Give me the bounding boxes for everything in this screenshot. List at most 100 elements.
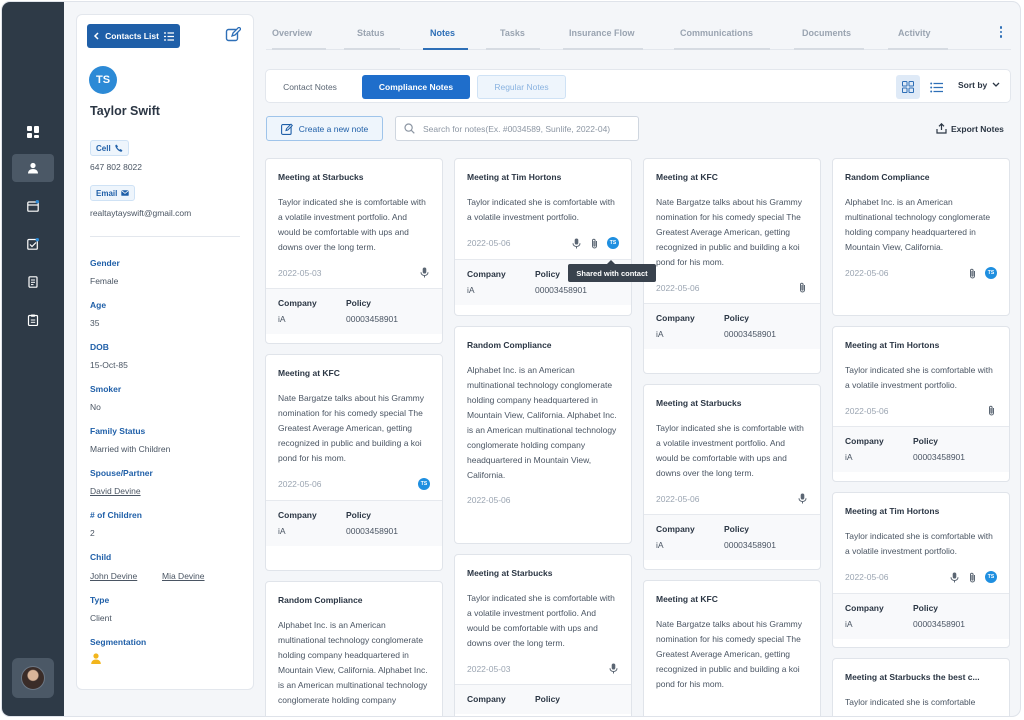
sort-by-label: Sort by	[958, 80, 988, 90]
children-count-value: 2	[90, 528, 95, 538]
list-view-button[interactable]	[924, 75, 948, 99]
tab-overview[interactable]: Overview	[272, 28, 312, 38]
notes-column-2: Meeting at Tim Hortons Taylor indicated …	[454, 158, 632, 716]
note-title: Meeting at KFC	[656, 172, 718, 182]
tab-status[interactable]: Status	[357, 28, 385, 38]
note-card[interactable]: Meeting at Starbucks the best c... Taylo…	[832, 658, 1010, 716]
child-label: Child	[90, 552, 112, 562]
search-input[interactable]	[423, 123, 633, 134]
create-note-button[interactable]: Create a new note	[266, 116, 383, 141]
note-body: Alphabet Inc. is an American multination…	[467, 365, 617, 480]
note-card[interactable]: Meeting at KFC Nate Bargatze talks about…	[265, 354, 443, 571]
microphone-icon[interactable]	[949, 572, 960, 583]
note-card[interactable]: Meeting at Starbucks Taylor indicated sh…	[454, 554, 632, 716]
spouse-link[interactable]: David Devine	[90, 486, 141, 496]
paperclip-icon[interactable]	[589, 238, 600, 249]
export-icon	[936, 123, 947, 134]
company-value: iA	[845, 452, 853, 462]
gender-value: Female	[90, 276, 119, 286]
tasks-icon[interactable]	[12, 230, 54, 258]
note-title: Random Compliance	[278, 595, 363, 605]
note-date: 2022-05-06	[845, 572, 889, 582]
tab-communications[interactable]: Communications	[680, 28, 753, 38]
policy-icon[interactable]	[12, 268, 54, 296]
note-card[interactable]: Meeting at KFC Nate Bargatze talks about…	[643, 580, 821, 716]
tab-insurance-flow[interactable]: Insurance Flow	[569, 28, 635, 38]
paperclip-icon[interactable]	[967, 268, 978, 279]
cell-chip[interactable]: Cell	[90, 140, 129, 156]
grid-view-button[interactable]	[896, 75, 920, 99]
note-card[interactable]: Meeting at Tim Hortons Taylor indicated …	[454, 158, 632, 316]
company-header: Company	[656, 313, 695, 323]
tab-activity[interactable]: Activity	[898, 28, 931, 38]
segmentation-label: Segmentation	[90, 637, 147, 647]
compliance-notes-tab[interactable]: Compliance Notes	[362, 75, 470, 99]
note-body: Taylor indicated she is comfortable with…	[467, 197, 615, 222]
policy-value: 00003458901	[535, 285, 588, 295]
list-icon	[163, 31, 174, 41]
more-options-icon[interactable]	[997, 24, 1005, 40]
note-icons	[608, 663, 619, 674]
shared-contact-badge[interactable]: TS	[607, 237, 619, 249]
user-avatar[interactable]	[12, 658, 54, 698]
note-card[interactable]: Meeting at Starbucks Taylor indicated sh…	[265, 158, 443, 344]
dashboard-icon[interactable]	[12, 118, 54, 146]
chevron-left-icon	[94, 32, 99, 40]
note-body: Alphabet Inc. is an American multination…	[278, 620, 428, 705]
notes-search	[395, 116, 639, 141]
note-title: Meeting at Tim Hortons	[467, 172, 562, 182]
sort-by-dropdown[interactable]: Sort by	[958, 80, 1000, 90]
note-card[interactable]: Meeting at KFC Nate Bargatze talks about…	[643, 158, 821, 374]
regular-notes-tab[interactable]: Regular Notes	[477, 75, 566, 99]
child-link-john[interactable]: John Devine	[90, 571, 137, 581]
email-chip[interactable]: Email	[90, 185, 136, 201]
note-title: Meeting at KFC	[278, 368, 340, 378]
shared-contact-badge[interactable]: TS	[985, 571, 997, 583]
contacts-icon[interactable]	[12, 154, 54, 182]
note-card[interactable]: Meeting at Starbucks Taylor indicated sh…	[643, 384, 821, 570]
microphone-icon[interactable]	[797, 493, 808, 504]
export-notes-button[interactable]: Export Notes	[936, 123, 1004, 134]
tab-activity-underline	[888, 48, 948, 50]
note-meta: 2022-05-06	[455, 483, 631, 515]
note-footer: Company Policy iA 00003458901	[644, 303, 820, 349]
tab-tasks[interactable]: Tasks	[500, 28, 525, 38]
shared-contact-badge[interactable]: TS	[418, 478, 430, 490]
edit-icon[interactable]	[225, 27, 241, 43]
contacts-list-button[interactable]: Contacts List	[87, 24, 180, 48]
cell-label: Cell	[96, 143, 111, 153]
microphone-icon[interactable]	[419, 267, 430, 278]
child-link-mia[interactable]: Mia Devine	[162, 571, 205, 581]
microphone-icon[interactable]	[608, 663, 619, 674]
calendar-icon[interactable]	[12, 192, 54, 220]
note-icons: TS	[571, 237, 619, 249]
family-status-label: Family Status	[90, 426, 146, 436]
note-card[interactable]: Random Compliance Alphabet Inc. is an Am…	[832, 158, 1010, 316]
company-value: iA	[467, 285, 475, 295]
policy-header: Policy	[913, 436, 939, 446]
shared-with-contact-tooltip: Shared with contact	[568, 260, 656, 282]
note-card[interactable]: Meeting at Tim Hortons Taylor indicated …	[832, 492, 1010, 648]
tab-documents[interactable]: Documents	[802, 28, 851, 38]
note-date: 2022-05-06	[845, 268, 889, 278]
shared-contact-badge[interactable]: TS	[985, 267, 997, 279]
note-card[interactable]: Meeting at Tim Hortons Taylor indicated …	[832, 326, 1010, 482]
microphone-icon[interactable]	[571, 238, 582, 249]
company-header: Company	[656, 524, 695, 534]
smoker-label: Smoker	[90, 384, 122, 394]
left-rail	[2, 2, 64, 716]
note-icons: TS	[418, 478, 430, 490]
paperclip-icon[interactable]	[797, 282, 808, 293]
tab-notes[interactable]: Notes	[430, 28, 455, 38]
note-card[interactable]: Random Compliance Alphabet Inc. is an Am…	[265, 581, 443, 716]
paperclip-icon[interactable]	[967, 572, 978, 583]
contacts-list-label: Contacts List	[105, 31, 159, 41]
create-note-label: Create a new note	[298, 123, 369, 134]
paperclip-icon[interactable]	[986, 405, 997, 416]
clipboard-icon[interactable]	[12, 306, 54, 334]
export-notes-label: Export Notes	[951, 123, 1004, 134]
note-card[interactable]: Random Compliance Alphabet Inc. is an Am…	[454, 326, 632, 544]
contact-notes-tab[interactable]: Contact Notes	[272, 75, 348, 99]
spouse-label: Spouse/Partner	[90, 468, 153, 478]
tab-status-underline	[344, 48, 400, 50]
